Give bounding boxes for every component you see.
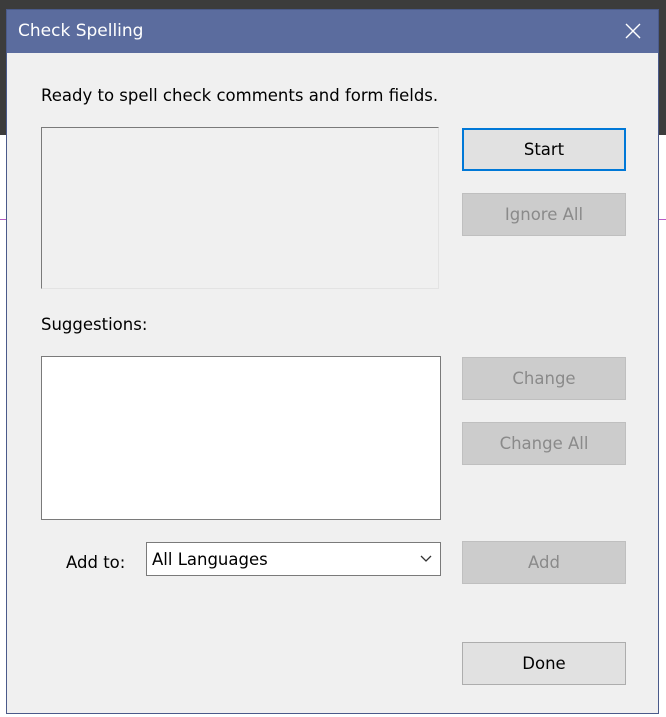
suggestions-label: Suggestions: <box>41 315 148 334</box>
start-button[interactable]: Start <box>462 128 626 171</box>
status-message: Ready to spell check comments and form f… <box>41 86 439 105</box>
ignore-all-button[interactable]: Ignore All <box>462 193 626 236</box>
done-button[interactable]: Done <box>462 642 626 685</box>
dialog-title: Check Spelling <box>18 21 144 41</box>
close-button[interactable] <box>608 10 658 53</box>
suggestions-list[interactable] <box>41 356 441 520</box>
title-bar[interactable]: Check Spelling <box>7 10 658 53</box>
change-all-button[interactable]: Change All <box>462 422 626 465</box>
close-icon <box>625 19 641 45</box>
language-select[interactable]: All Languages <box>146 542 441 576</box>
word-context-box <box>41 127 439 289</box>
language-select-value: All Languages <box>152 550 268 569</box>
change-button[interactable]: Change <box>462 357 626 400</box>
add-to-label: Add to: <box>66 553 126 572</box>
add-button[interactable]: Add <box>462 541 626 584</box>
check-spelling-dialog: Check Spelling Ready to spell check comm… <box>6 9 659 714</box>
chevron-down-icon <box>412 543 440 575</box>
